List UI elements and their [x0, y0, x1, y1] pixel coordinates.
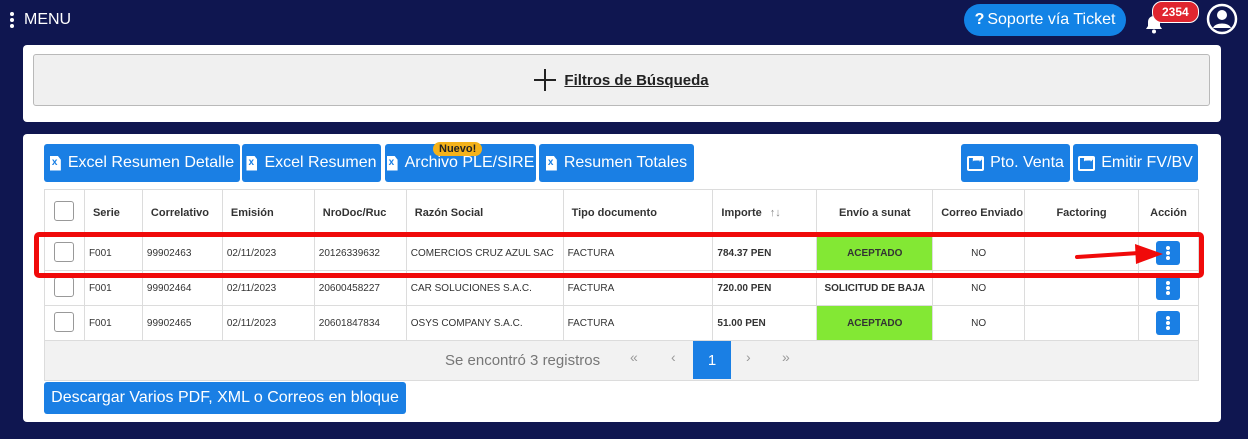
notification-badge: 2354: [1152, 1, 1199, 23]
top-bar: MENU ? Soporte vía Ticket 2354: [0, 0, 1248, 42]
status-badge: ACEPTADO: [816, 235, 934, 271]
nuevo-badge: Nuevo!: [433, 142, 483, 156]
table-row: F001 99902464 02/11/2023 20600458227 CAR…: [44, 270, 1200, 306]
header-correlativo: Correlativo: [141, 189, 223, 236]
row-actions-button[interactable]: [1156, 241, 1181, 265]
file-icon: [545, 155, 557, 171]
select-all-header: [44, 189, 85, 236]
header-correo-enviado: Correo Enviado: [932, 189, 1026, 236]
row-actions-button[interactable]: [1156, 276, 1181, 300]
share-icon: [1078, 151, 1096, 171]
cell-correlativo: 99902463: [141, 235, 223, 271]
excel-resumen-detalle-label: Excel Resumen Detalle: [67, 154, 235, 171]
cell-nrodoc: 20600458227: [313, 270, 407, 306]
cell-razon-social: CAR SOLUCIONES S.A.C.: [405, 270, 564, 306]
cell-serie: F001: [83, 235, 143, 271]
support-ticket-button[interactable]: ? Soporte vía Ticket: [964, 4, 1126, 36]
cell-factoring: [1024, 270, 1139, 306]
cell-factoring: [1024, 305, 1139, 341]
plus-icon: [534, 69, 557, 91]
excel-resumen-label: Excel Resumen: [264, 154, 377, 171]
sort-icon[interactable]: ↑↓: [770, 207, 781, 219]
emitir-label: Emitir FV/BV: [1101, 154, 1193, 171]
menu-button[interactable]: MENU: [10, 11, 71, 29]
current-page-button[interactable]: 1: [693, 341, 731, 379]
cell-correo: NO: [932, 235, 1026, 271]
cell-emision: 02/11/2023: [221, 270, 315, 306]
records-summary: Se encontró 3 registros: [445, 352, 601, 369]
cell-correo: NO: [932, 270, 1026, 306]
filters-toggle[interactable]: Filtros de Búsqueda: [33, 54, 1210, 106]
menu-label: MENU: [24, 11, 72, 28]
table-row: F001 99902463 02/11/2023 20126339632 COM…: [44, 235, 1200, 271]
header-tipo-documento: Tipo documento: [562, 189, 714, 236]
row-checkbox[interactable]: [54, 311, 75, 332]
cell-tipo: FACTURA: [562, 235, 714, 271]
filters-title: Filtros de Búsqueda: [564, 71, 709, 89]
header-emision: Emisión: [221, 189, 315, 236]
kebab-menu-icon: [10, 12, 14, 28]
excel-file-icon: [49, 155, 61, 171]
bulk-download-button[interactable]: Descargar Varios PDF, XML o Correos en b…: [44, 382, 406, 414]
resumen-totales-button[interactable]: Resumen Totales: [539, 144, 694, 182]
cell-razon-social: COMERCIOS CRUZ AZUL SAC: [405, 235, 564, 271]
cell-emision: 02/11/2023: [221, 305, 315, 341]
share-icon: [967, 151, 985, 171]
status-badge: SOLICITUD DE BAJA: [816, 270, 934, 306]
excel-file-icon: [386, 155, 398, 171]
header-envio-sunat: Envío a sunat: [816, 189, 934, 236]
header-razon-social: Razón Social: [405, 189, 564, 236]
row-checkbox[interactable]: [54, 276, 75, 297]
table-row: F001 99902465 02/11/2023 20601847834 OSY…: [44, 305, 1200, 341]
header-nrodoc: NroDoc/Ruc: [313, 189, 407, 236]
excel-resumen-button[interactable]: Excel Resumen: [242, 144, 381, 182]
pto-venta-label: Pto. Venta: [990, 154, 1064, 171]
select-all-checkbox[interactable]: [54, 201, 75, 221]
cell-correlativo: 99902464: [141, 270, 223, 306]
header-importe-label: Importe: [721, 206, 762, 219]
emitir-button[interactable]: Emitir FV/BV: [1073, 144, 1198, 182]
cell-nrodoc: 20601847834: [313, 305, 407, 341]
cell-emision: 02/11/2023: [221, 235, 315, 271]
cell-serie: F001: [83, 270, 143, 306]
excel-file-icon: [246, 155, 258, 171]
question-icon: ?: [974, 11, 985, 28]
status-badge: ACEPTADO: [816, 305, 934, 341]
cell-serie: F001: [83, 305, 143, 341]
cell-tipo: FACTURA: [562, 305, 714, 341]
header-factoring: Factoring: [1024, 189, 1139, 236]
resumen-totales-label: Resumen Totales: [563, 154, 688, 171]
archivo-ple-label: Archivo PLE/SIRE: [404, 154, 535, 171]
row-checkbox[interactable]: [54, 241, 75, 262]
documents-table: Serie Correlativo Emisión NroDoc/Ruc Raz…: [44, 189, 1200, 341]
cell-importe: 720.00 PEN: [712, 270, 818, 306]
cell-nrodoc: 20126339632: [313, 235, 407, 271]
header-serie: Serie: [83, 189, 143, 236]
cell-correlativo: 99902465: [141, 305, 223, 341]
next-page-button[interactable]: ›: [746, 349, 751, 365]
support-label: Soporte vía Ticket: [987, 11, 1116, 28]
cell-importe: 784.37 PEN: [712, 235, 818, 271]
user-avatar-icon[interactable]: [1206, 3, 1238, 35]
row-actions-button[interactable]: [1156, 311, 1181, 335]
header-accion: Acción: [1137, 189, 1200, 236]
pagination-bar: Se encontró 3 registros « ‹ 1 › »: [44, 341, 1199, 381]
pto-venta-button[interactable]: Pto. Venta: [961, 144, 1070, 182]
excel-resumen-detalle-button[interactable]: Excel Resumen Detalle: [44, 144, 240, 182]
filters-card: Filtros de Búsqueda: [23, 45, 1221, 122]
cell-importe: 51.00 PEN: [712, 305, 818, 341]
first-page-button[interactable]: «: [630, 349, 638, 365]
cell-factoring: [1024, 235, 1139, 271]
cell-correo: NO: [932, 305, 1026, 341]
header-importe[interactable]: Importe ↑↓: [712, 189, 818, 236]
cell-razon-social: OSYS COMPANY S.A.C.: [405, 305, 564, 341]
prev-page-button[interactable]: ‹: [671, 349, 676, 365]
table-header-row: Serie Correlativo Emisión NroDoc/Ruc Raz…: [44, 189, 1200, 236]
cell-tipo: FACTURA: [562, 270, 714, 306]
last-page-button[interactable]: »: [782, 349, 790, 365]
documents-card: Excel Resumen Detalle Excel Resumen Nuev…: [23, 134, 1221, 422]
